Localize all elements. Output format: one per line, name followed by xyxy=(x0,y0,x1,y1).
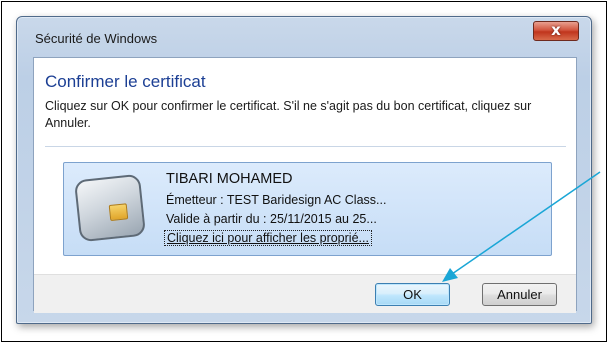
annotation-arrowhead xyxy=(442,268,458,282)
annotation-overlay xyxy=(442,171,601,282)
annotation-arrow xyxy=(451,171,601,275)
